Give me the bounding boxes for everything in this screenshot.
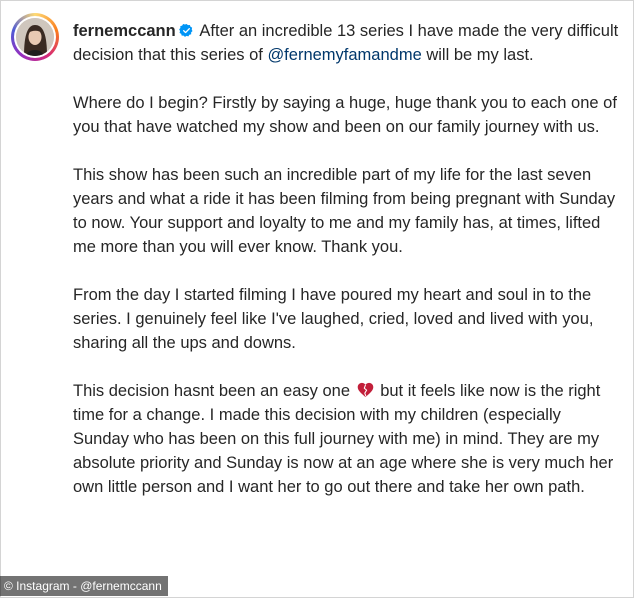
- profile-avatar[interactable]: [11, 13, 59, 61]
- profile-photo-icon: [16, 18, 54, 56]
- caption-intro-end: will be my last.: [421, 46, 534, 64]
- caption-last-start: This decision hasnt been an easy one: [73, 382, 355, 400]
- instagram-caption-card: fernemccann After an incredible 13 serie…: [0, 0, 634, 598]
- broken-heart-icon: [357, 382, 373, 398]
- caption-paragraph-1: fernemccann After an incredible 13 serie…: [73, 19, 621, 67]
- caption-paragraph-4: From the day I started filming I have po…: [73, 286, 594, 352]
- caption-paragraph-3: This show has been such an incredible pa…: [73, 166, 616, 256]
- mention-link[interactable]: @fernemyfamandme: [267, 46, 421, 64]
- caption-paragraph-5: This decision hasnt been an easy one but…: [73, 379, 621, 499]
- caption-text: fernemccann After an incredible 13 serie…: [73, 19, 621, 523]
- photo-credit: © Instagram - @fernemccann: [0, 576, 168, 596]
- username-link[interactable]: fernemccann: [73, 22, 176, 40]
- avatar-image: [16, 18, 54, 56]
- verified-badge-icon: [178, 23, 193, 37]
- caption-paragraph-2: Where do I begin? Firstly by saying a hu…: [73, 94, 617, 136]
